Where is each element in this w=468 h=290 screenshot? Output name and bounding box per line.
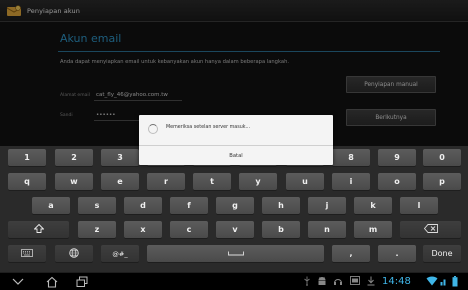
key-r[interactable]: r: [147, 173, 185, 190]
progress-dialog: Memeriksa setelan server masuk... Batal: [139, 115, 333, 165]
key-k[interactable]: k: [354, 197, 392, 214]
system-bar: 14:48: [0, 272, 468, 290]
home-icon[interactable]: [46, 276, 58, 288]
space-icon: [227, 249, 244, 258]
backspace-key[interactable]: [400, 221, 461, 238]
space-key[interactable]: [147, 245, 324, 262]
key-g[interactable]: g: [216, 197, 254, 214]
key-0[interactable]: 0: [423, 149, 461, 166]
download-icon: [367, 276, 375, 286]
key-8[interactable]: 8: [332, 149, 370, 166]
dot-key[interactable]: .: [378, 245, 416, 262]
key-9[interactable]: 9: [378, 149, 416, 166]
dialog-message: Memeriksa setelan server masuk...: [166, 125, 251, 130]
symbols-key[interactable]: @#_: [101, 245, 139, 262]
key-q[interactable]: q: [8, 173, 46, 190]
android-icon: [317, 276, 327, 287]
signal-icon: [440, 276, 448, 286]
key-s[interactable]: s: [78, 197, 116, 214]
key-l[interactable]: l: [400, 197, 438, 214]
key-v[interactable]: v: [216, 221, 254, 238]
backspace-icon: [423, 224, 438, 235]
shift-icon: [32, 223, 45, 235]
key-e[interactable]: e: [101, 173, 139, 190]
key-a[interactable]: a: [32, 197, 70, 214]
key-p[interactable]: p: [423, 173, 461, 190]
globe-icon: [69, 247, 79, 260]
key-i[interactable]: i: [332, 173, 370, 190]
shift-key[interactable]: [8, 221, 69, 238]
key-y[interactable]: y: [239, 173, 277, 190]
cancel-button[interactable]: Batal: [139, 146, 333, 165]
key-w[interactable]: w: [55, 173, 93, 190]
key-3[interactable]: 3: [101, 149, 139, 166]
usb-icon: [303, 276, 311, 286]
keyboard-row-asdf: a s d f g h j k l: [0, 197, 468, 217]
key-o[interactable]: o: [378, 173, 416, 190]
back-icon[interactable]: [12, 278, 24, 286]
recent-apps-icon[interactable]: [76, 276, 88, 288]
key-c[interactable]: c: [170, 221, 208, 238]
key-1[interactable]: 1: [8, 149, 46, 166]
spinner-icon: [148, 124, 158, 134]
key-t[interactable]: t: [193, 173, 231, 190]
keyboard-settings-key[interactable]: [8, 245, 46, 262]
headset-icon: [333, 276, 343, 286]
key-b[interactable]: b: [262, 221, 300, 238]
key-x[interactable]: x: [124, 221, 162, 238]
done-key[interactable]: Done: [423, 245, 461, 262]
comma-key[interactable]: ,: [332, 245, 370, 262]
key-n[interactable]: n: [308, 221, 346, 238]
screenshot-icon: [350, 276, 360, 285]
keyboard-row-qwerty: q w e r t y u i o p: [0, 173, 468, 193]
key-u[interactable]: u: [286, 173, 324, 190]
key-2[interactable]: 2: [55, 149, 93, 166]
screen: Penyiapan akun Akun email Anda dapat men…: [0, 0, 468, 290]
key-m[interactable]: m: [354, 221, 392, 238]
language-key[interactable]: [55, 245, 93, 262]
battery-icon: [452, 276, 458, 287]
key-h[interactable]: h: [262, 197, 300, 214]
key-f[interactable]: f: [170, 197, 208, 214]
wifi-icon[interactable]: [426, 276, 438, 286]
keyboard-row-zxcv: z x c v b n m: [0, 221, 468, 241]
clock[interactable]: 14:48: [382, 276, 411, 287]
keyboard-row-bottom: @#_ , . Done: [0, 245, 468, 265]
keyboard-settings-icon: [21, 248, 33, 259]
key-z[interactable]: z: [78, 221, 116, 238]
key-d[interactable]: d: [124, 197, 162, 214]
key-j[interactable]: j: [308, 197, 346, 214]
